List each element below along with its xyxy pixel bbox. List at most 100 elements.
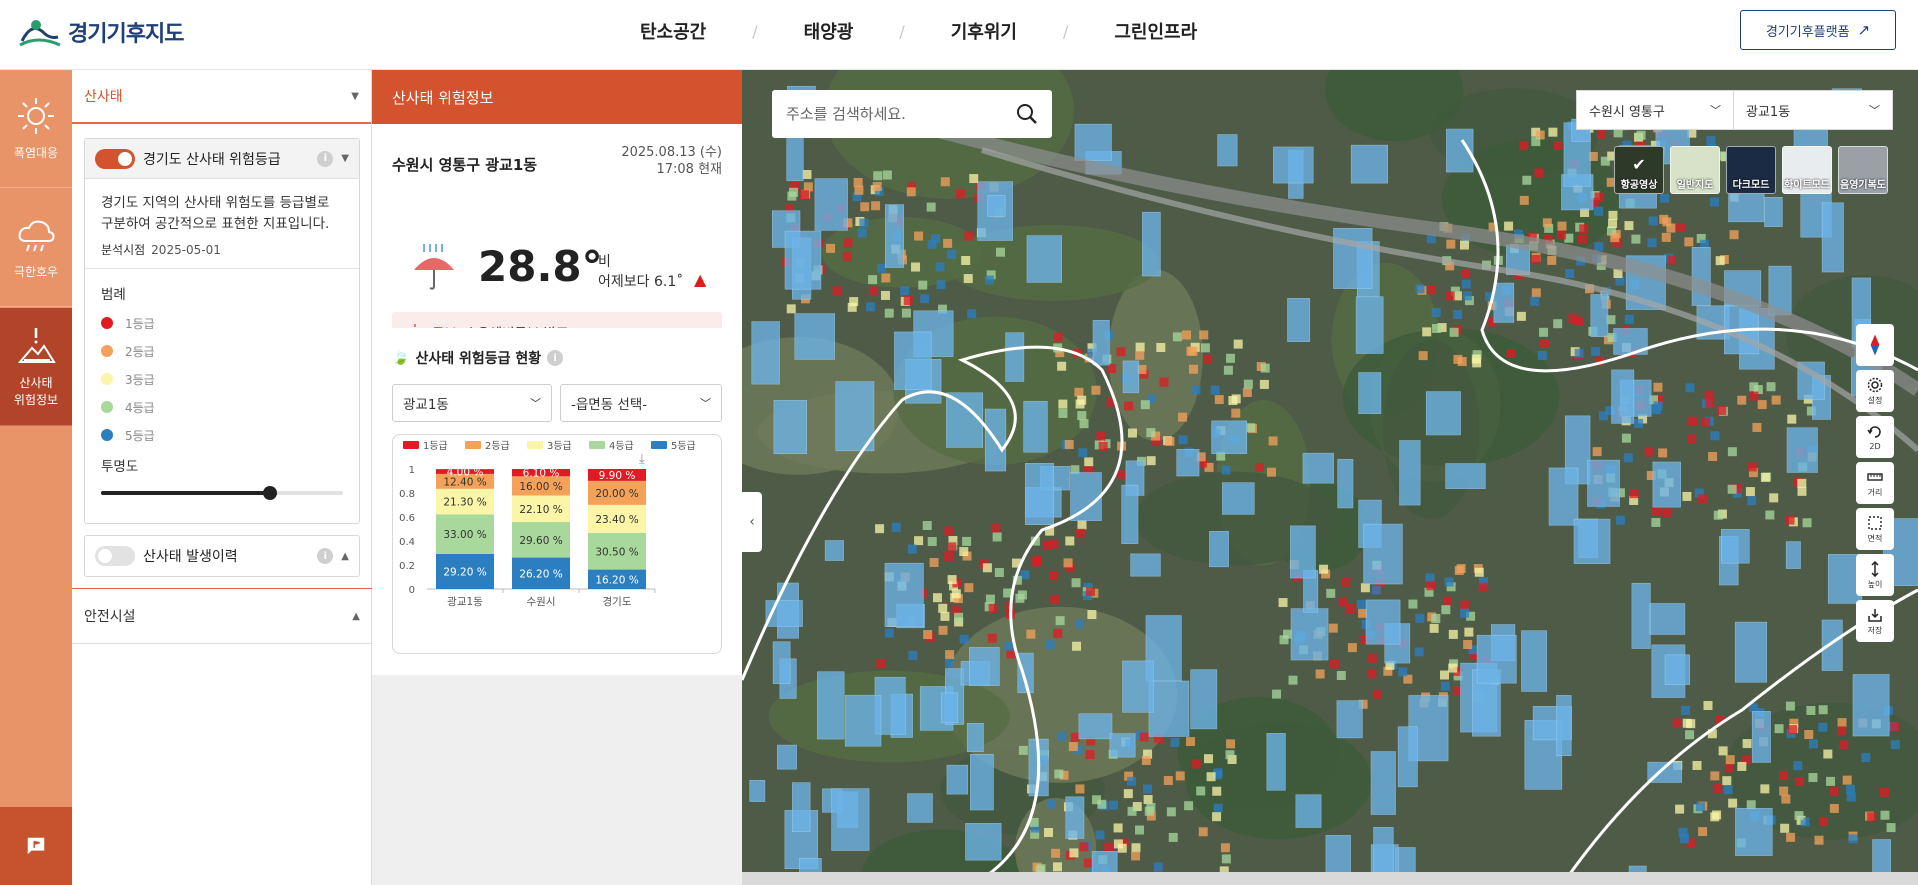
risk-cell [786, 304, 796, 314]
info-icon[interactable]: i [317, 548, 334, 564]
risk-cell [1221, 854, 1231, 864]
risk-cell [1278, 598, 1288, 608]
landslide-grade-toggle[interactable] [95, 148, 135, 169]
nav-carbon-space[interactable]: 탄소공간 [640, 18, 706, 44]
risk-cell [1747, 462, 1757, 472]
risk-cell [873, 171, 883, 181]
risk-cell [1049, 571, 1059, 581]
region-select[interactable]: 수원시 영통구 ﹀ [1576, 90, 1734, 130]
caret-down-icon[interactable]: ▼ [341, 153, 349, 164]
risk-cell [1326, 588, 1336, 598]
risk-cell [1662, 217, 1672, 227]
basemap-hillshade[interactable]: 음영기복도 [1838, 146, 1888, 194]
basemap-label: 다크모드 [1732, 180, 1770, 191]
opacity-slider-fill [101, 491, 271, 495]
category-dropdown[interactable]: 산사태 ▼ [72, 70, 371, 124]
risk-cell [1747, 496, 1757, 506]
risk-cell [954, 612, 964, 622]
info-icon[interactable]: i [547, 350, 564, 366]
settings-tool-button[interactable]: 설정 [1856, 370, 1894, 412]
emd-select[interactable]: -읍면동 선택- ﹀ [560, 384, 722, 422]
risk-cell [1153, 862, 1163, 872]
basemap-white[interactable]: 화이트모드 [1782, 146, 1832, 194]
collapse-panel-button[interactable]: ‹ [742, 492, 762, 552]
risk-cell [1806, 705, 1816, 715]
rail-item-heavy-rain[interactable]: 극한호우 [0, 189, 72, 307]
risk-cell [799, 190, 809, 200]
caret-up-icon[interactable]: ▲ [341, 551, 349, 562]
legend-dot [101, 345, 113, 357]
building-block [1222, 482, 1255, 515]
risk-cell [1078, 448, 1088, 458]
risk-cell [1449, 327, 1459, 337]
building-block [1664, 654, 1691, 685]
risk-cell [1191, 385, 1201, 395]
risk-cell [1675, 804, 1685, 814]
landslide-history-toggle[interactable] [95, 546, 135, 566]
building-block [1363, 523, 1403, 585]
basemap-general[interactable]: 일반지도 [1670, 146, 1720, 194]
address-search-input[interactable] [786, 105, 1016, 123]
nav-solar[interactable]: 태양광 [804, 18, 854, 44]
risk-cell [1372, 689, 1382, 699]
risk-cell [1647, 238, 1657, 248]
external-link-icon: ↗ [1857, 21, 1871, 39]
chart-legend-swatch [527, 441, 543, 449]
nav-climate-crisis[interactable]: 기후위기 [951, 18, 1017, 44]
map-dong-select-value: 광교1동 [1746, 104, 1791, 120]
risk-cell [1506, 348, 1516, 358]
risk-cell [1610, 233, 1620, 243]
dong-select[interactable]: 광교1동 ﹀ [392, 384, 552, 422]
risk-cell [1054, 769, 1064, 779]
info-icon[interactable]: i [317, 150, 334, 167]
risk-cell [1163, 776, 1173, 786]
building-block [1445, 463, 1486, 489]
building-block [824, 540, 844, 561]
risk-cell [1266, 467, 1276, 477]
layer-description: 경기도 지역의 산사태 위험도를 등급별로 구분하여 공간적으로 표현한 지표입… [101, 195, 330, 232]
rail-item-heatwave[interactable]: 폭염대응 [0, 70, 72, 188]
distance-tool-button[interactable]: 거리 [1856, 462, 1894, 504]
building-block [1691, 247, 1711, 306]
risk-cell [1890, 722, 1900, 732]
legend-item: 5등급 [85, 421, 359, 449]
gear-icon [1867, 377, 1883, 392]
opacity-slider-handle[interactable] [263, 486, 278, 500]
nav-green-infra[interactable]: 그린인프라 [1114, 18, 1197, 44]
risk-cell [1063, 558, 1073, 568]
risk-cell [994, 568, 1004, 578]
rail-item-landslide[interactable]: 산사태 위험정보 [0, 308, 72, 426]
area-tool-button[interactable]: 면적 [1856, 508, 1894, 550]
risk-cell [1191, 759, 1201, 769]
chat-button[interactable] [0, 807, 72, 885]
logo[interactable]: 경기기후지도 [18, 14, 184, 50]
logo-text: 경기기후지도 [68, 22, 184, 47]
risk-cell [940, 611, 950, 621]
platform-button[interactable]: 경기기후플랫폼 ↗ [1740, 10, 1896, 50]
risk-cell [920, 294, 930, 304]
legend-item: 2등급 [85, 337, 359, 365]
basemap-aerial[interactable]: ✔ 항공영상 [1614, 146, 1664, 194]
search-icon[interactable] [1016, 103, 1038, 125]
risk-cell [1135, 342, 1145, 352]
save-tool-button[interactable]: 저장 [1856, 600, 1894, 642]
risk-cell [1667, 255, 1677, 265]
risk-cell [1065, 536, 1075, 546]
risk-cell [1422, 327, 1432, 337]
map-dong-select[interactable]: 광교1동 ﹀ [1733, 90, 1893, 130]
temperature-up-arrow-icon: ▲ [694, 270, 707, 289]
risk-cell [1042, 540, 1052, 550]
2d-tool-button[interactable]: 2D [1856, 416, 1894, 458]
risk-cell [988, 603, 998, 613]
basemap-dark[interactable]: 다크모드 [1726, 146, 1776, 194]
height-tool-button[interactable]: 높이 [1856, 554, 1894, 596]
download-icon[interactable]: ⤓ [639, 452, 645, 467]
bar-data-label: 26.20 % [519, 568, 562, 580]
safety-facilities-section[interactable]: 안전시설 ▲ [72, 588, 372, 644]
building-block [791, 782, 811, 832]
weather-card: 수원시 영통구 광교1동 2025.08.13 (수) 17:08 현재 28.… [372, 124, 742, 352]
opacity-slider[interactable] [101, 486, 343, 500]
risk-cell [951, 589, 961, 599]
risk-cell [1522, 175, 1532, 185]
compass-button[interactable] [1856, 324, 1894, 366]
